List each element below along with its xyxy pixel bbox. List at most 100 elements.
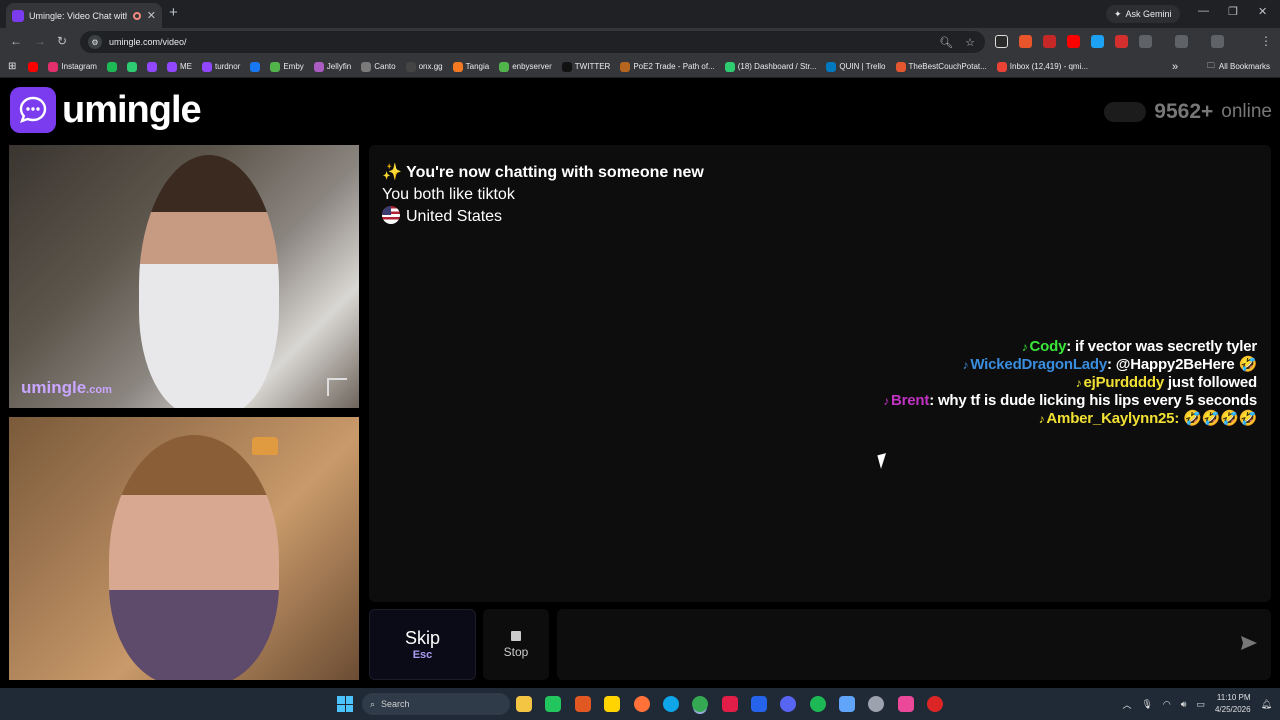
watermark-suffix: .com xyxy=(86,384,112,396)
sticky-notes-icon[interactable] xyxy=(604,696,620,712)
country-text: United States xyxy=(406,208,503,225)
bookmark-label: (18) Dashboard / Str... xyxy=(737,62,817,71)
bookmark-item[interactable]: PoE2 Trade - Path of... xyxy=(620,61,715,72)
extension-shield-icon[interactable] xyxy=(1115,35,1128,48)
bookmark-item[interactable] xyxy=(28,61,39,72)
bookmark-favicon-icon xyxy=(48,61,59,72)
apps-grid-icon[interactable]: ⊞ xyxy=(8,61,16,72)
umingle-logo[interactable]: umingle xyxy=(10,87,202,133)
chrome-icon[interactable] xyxy=(692,696,708,712)
bookmark-star-icon[interactable]: ☆ xyxy=(965,36,975,49)
extensions-puzzle-icon[interactable] xyxy=(1139,35,1152,48)
stranger-video: umingle.com xyxy=(9,145,359,408)
back-icon[interactable]: ← xyxy=(10,34,22,48)
opera-icon[interactable] xyxy=(722,696,738,712)
bookmark-item[interactable]: Inbox (12,419) - qmi... xyxy=(996,61,1088,72)
bookmark-item[interactable]: enbyserver xyxy=(499,61,552,72)
forward-icon[interactable]: → xyxy=(34,34,46,48)
bookmark-item[interactable]: onx.gg xyxy=(405,61,443,72)
bookmark-item[interactable]: TWITTER xyxy=(561,61,610,72)
file-explorer-icon[interactable] xyxy=(516,696,532,712)
zoom-icon[interactable]: 🔍︎ xyxy=(939,36,953,49)
all-bookmarks-button[interactable]: 🗀 All Bookmarks xyxy=(1207,60,1270,74)
bookmark-item[interactable]: turdnor xyxy=(201,61,241,72)
microphone-icon[interactable]: 🎙︎ xyxy=(1141,699,1152,710)
bookmark-item[interactable] xyxy=(106,61,117,72)
address-bar[interactable]: ⚙ umingle.com/video/ 🔍︎ ☆ xyxy=(80,31,985,53)
site-info-icon[interactable]: ⚙ xyxy=(88,35,102,49)
windows-start-icon[interactable] xyxy=(337,696,353,712)
stop-button[interactable]: Stop xyxy=(483,609,549,680)
wifi-icon[interactable]: ◠ xyxy=(1163,699,1171,710)
app-red-icon[interactable] xyxy=(927,696,943,712)
bookmark-item[interactable]: Canto xyxy=(361,61,396,72)
close-window-button[interactable]: ✕ xyxy=(1258,5,1267,18)
firefox-icon[interactable] xyxy=(634,696,650,712)
reload-icon[interactable]: ↻ xyxy=(57,34,67,48)
report-flag-icon[interactable] xyxy=(327,378,347,396)
bookmark-label: ME xyxy=(179,62,192,71)
ask-gemini-button[interactable]: ✦ Ask Gemini xyxy=(1106,5,1180,23)
browser-menu-icon[interactable]: ⋮ xyxy=(1260,34,1272,48)
obs-icon[interactable] xyxy=(868,696,884,712)
browser-tab-active[interactable]: Umingle: Video Chat with S ✕ xyxy=(6,3,162,28)
self-video-feed xyxy=(109,435,279,680)
extension-7tv-icon[interactable] xyxy=(1091,35,1104,48)
bookmark-item[interactable] xyxy=(126,61,137,72)
search-icon: ⌕ xyxy=(370,698,376,709)
media-controls-icon[interactable] xyxy=(1211,35,1224,48)
new-tab-button[interactable]: + xyxy=(169,4,178,21)
bookmark-favicon-icon xyxy=(724,61,735,72)
battery-icon[interactable]: ▭ xyxy=(1196,699,1205,710)
volume-icon[interactable]: 🔊︎ xyxy=(1181,699,1187,710)
self-video xyxy=(9,417,359,680)
extension-fox-icon[interactable] xyxy=(1019,35,1032,48)
tab-close-icon[interactable]: ✕ xyxy=(147,9,156,22)
bookmark-item[interactable]: Emby xyxy=(270,61,304,72)
bookmark-item[interactable]: QUIN | Trello xyxy=(826,61,886,72)
bookmark-item[interactable]: Tangia xyxy=(452,61,489,72)
tiktok-note-icon: ♪ xyxy=(962,358,969,372)
maximize-button[interactable]: ❐ xyxy=(1228,5,1238,18)
skip-button[interactable]: Skip Esc xyxy=(369,609,476,680)
bookmark-favicon-icon xyxy=(146,61,157,72)
more-bookmarks-icon[interactable]: » xyxy=(1172,61,1178,73)
app-orange-icon[interactable] xyxy=(575,696,591,712)
tiktok-live-icon[interactable] xyxy=(898,696,914,712)
tray-overflow-icon[interactable]: ︿ xyxy=(1122,698,1131,711)
tab-search-icon[interactable] xyxy=(1175,35,1188,48)
extension-youtube-icon[interactable] xyxy=(1067,35,1080,48)
message-box xyxy=(557,609,1271,680)
edge-icon[interactable] xyxy=(663,696,679,712)
bookmark-favicon-icon xyxy=(166,61,177,72)
umingle-favicon-icon xyxy=(12,9,24,22)
send-icon[interactable] xyxy=(1239,633,1261,655)
taskbar-search[interactable]: ⌕ Search xyxy=(362,693,510,715)
bookmark-item[interactable] xyxy=(146,61,157,72)
tiktok-message: ♪ Cody: if vector was secretly tyler xyxy=(883,338,1257,356)
chat-intro: ✨ You're now chatting with someone new Y… xyxy=(382,162,704,228)
notepad-icon[interactable] xyxy=(839,696,855,712)
clock[interactable]: 11:10 PM 4/25/2026 xyxy=(1215,692,1251,716)
bookmark-item[interactable]: Jellyfin xyxy=(313,61,351,72)
bookmark-item[interactable]: TheBestCouchPotat... xyxy=(895,61,987,72)
notifications-icon[interactable]: 🔔︎ xyxy=(1261,699,1272,710)
bookmark-item[interactable]: ME xyxy=(166,61,192,72)
bookmark-item[interactable]: (18) Dashboard / Str... xyxy=(724,61,817,72)
discord-icon[interactable] xyxy=(780,696,796,712)
media-player-icon[interactable] xyxy=(545,696,561,712)
app-blue-icon[interactable] xyxy=(751,696,767,712)
extension-k-icon[interactable] xyxy=(995,35,1008,48)
bookmark-label: turdnor xyxy=(214,62,241,71)
bookmark-item[interactable]: Instagram xyxy=(48,61,97,72)
sparkles-icon: ✨ xyxy=(382,164,402,181)
extension-red-icon[interactable] xyxy=(1043,35,1056,48)
tiktok-username: ejPurddddy xyxy=(1083,374,1164,391)
online-toggle[interactable] xyxy=(1104,102,1147,122)
bookmark-item[interactable] xyxy=(250,61,261,72)
bookmark-favicon-icon xyxy=(996,61,1007,72)
message-input[interactable] xyxy=(557,609,1217,680)
minimize-button[interactable]: — xyxy=(1198,5,1209,17)
us-flag-icon xyxy=(382,206,400,224)
spotify-icon[interactable] xyxy=(810,696,826,712)
